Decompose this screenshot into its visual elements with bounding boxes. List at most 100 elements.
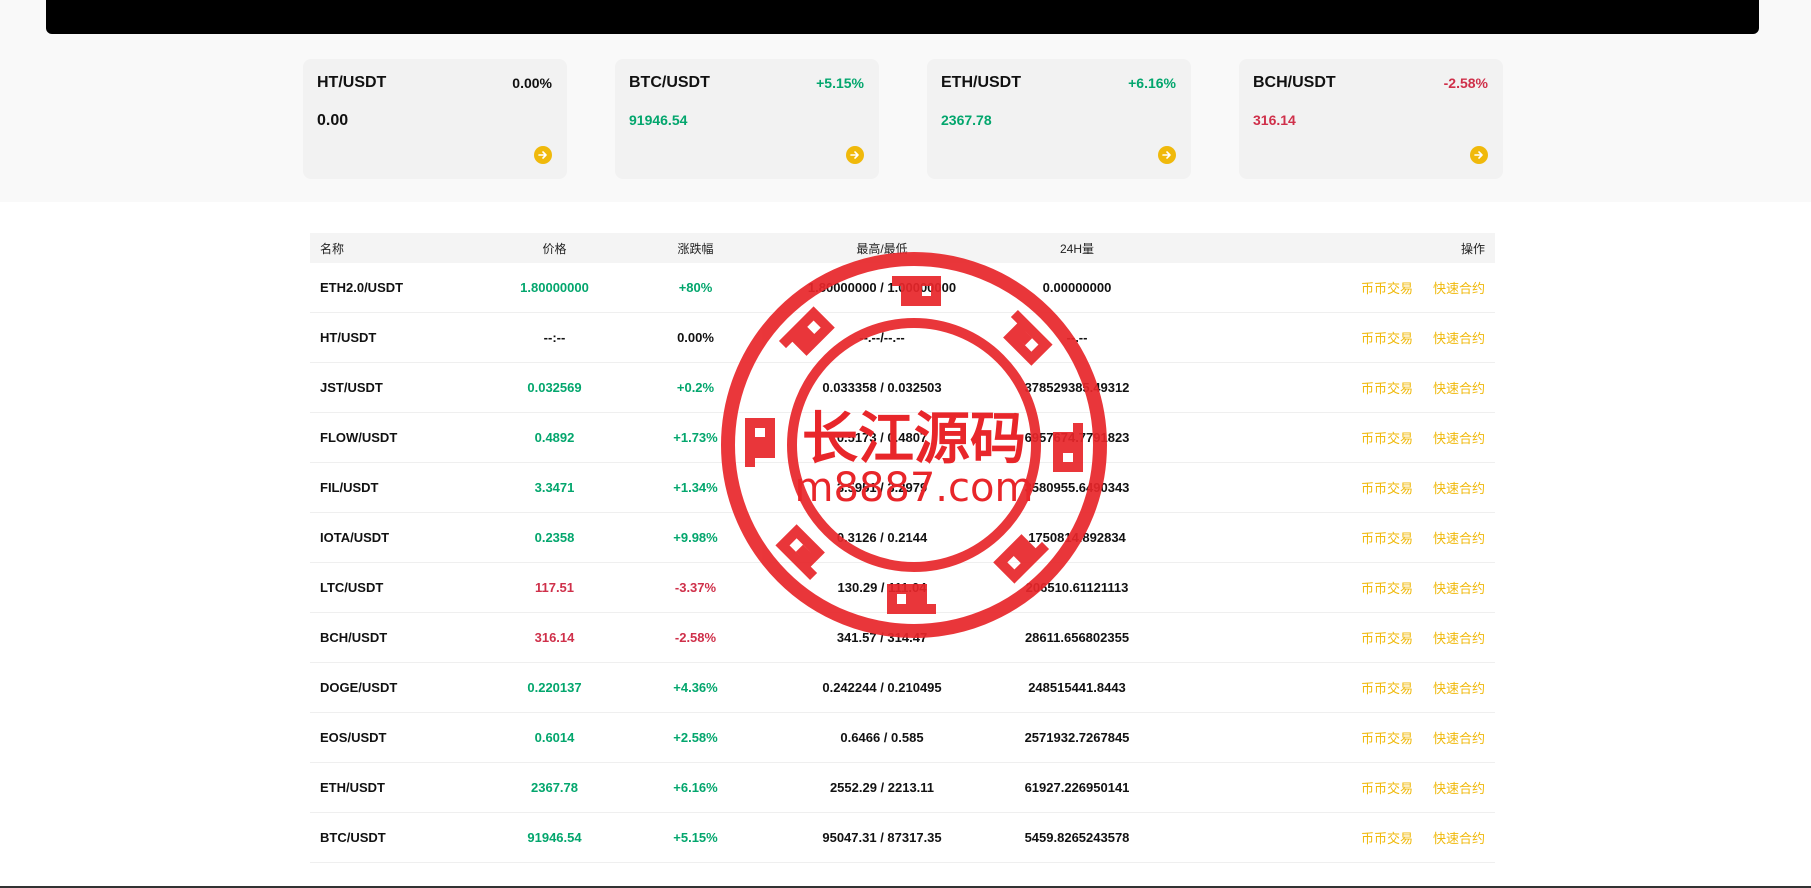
header-name: 名称 bbox=[320, 241, 345, 256]
pair-name: ETH/USDT bbox=[320, 780, 385, 795]
ticker-card[interactable]: HT/USDT 0.00% 0.00 bbox=[303, 59, 567, 179]
ticker-cards: HT/USDT 0.00% 0.00 BTC/USDT +5.15% 91946… bbox=[0, 59, 1811, 179]
ticker-card[interactable]: BCH/USDT -2.58% 316.14 bbox=[1239, 59, 1503, 179]
table-body: ETH2.0/USDT 1.80000000 +80% 1.80000000 / 1.… bbox=[310, 263, 1495, 863]
arrow-right-circle-icon[interactable] bbox=[1158, 146, 1176, 164]
table-row[interactable]: JST/USDT 0.032569 +0.2% 0.033358 / 0.032503… bbox=[310, 363, 1495, 413]
quick-contract-link[interactable]: 快速合约 bbox=[1433, 581, 1485, 596]
pair-volume: 378529385.49312 bbox=[1024, 380, 1130, 395]
spot-trade-link[interactable]: 币币交易 bbox=[1361, 681, 1413, 696]
pair-high-low: 0.242244 / 0.210495 bbox=[822, 680, 942, 695]
quick-contract-link[interactable]: 快速合约 bbox=[1433, 781, 1485, 796]
card-change: 0.00% bbox=[512, 75, 552, 91]
pair-volume: --.-- bbox=[1066, 330, 1088, 345]
pair-price: 1.80000000 bbox=[520, 280, 589, 295]
table-row[interactable]: BCH/USDT 316.14 -2.58% 341.57 / 314.47 28611… bbox=[310, 613, 1495, 663]
pair-name: ETH2.0/USDT bbox=[320, 280, 404, 295]
card-symbol: ETH/USDT bbox=[941, 74, 1021, 91]
card-price: 2367.78 bbox=[941, 112, 992, 128]
pair-name: HT/USDT bbox=[320, 330, 377, 345]
spot-trade-link[interactable]: 币币交易 bbox=[1361, 281, 1413, 296]
pair-name: IOTA/USDT bbox=[320, 530, 390, 545]
row-actions: 币币交易 快速合约 bbox=[1172, 628, 1495, 647]
pair-price: 117.51 bbox=[534, 580, 575, 595]
spot-trade-link[interactable]: 币币交易 bbox=[1361, 831, 1413, 846]
table-row[interactable]: EOS/USDT 0.6014 +2.58% 0.6466 / 0.585 257193… bbox=[310, 713, 1495, 763]
arrow-right-circle-icon[interactable] bbox=[534, 146, 552, 164]
pair-name: FLOW/USDT bbox=[320, 430, 398, 445]
pair-name: EOS/USDT bbox=[320, 730, 387, 745]
pair-change: +2.58% bbox=[673, 730, 718, 745]
card-change: +6.16% bbox=[1128, 75, 1176, 91]
pair-high-low: 0.6466 / 0.585 bbox=[840, 730, 924, 745]
pair-volume: 206510.61121113 bbox=[1025, 580, 1129, 595]
table-row[interactable]: ETH/USDT 2367.78 +6.16% 2552.29 / 2213.11 61… bbox=[310, 763, 1495, 813]
pair-volume: 28611.656802355 bbox=[1024, 630, 1130, 645]
spot-trade-link[interactable]: 币币交易 bbox=[1361, 431, 1413, 446]
quick-contract-link[interactable]: 快速合约 bbox=[1433, 531, 1485, 546]
header-change: 涨跌幅 bbox=[677, 241, 714, 256]
row-actions: 币币交易 快速合约 bbox=[1172, 828, 1495, 847]
card-symbol: HT/USDT bbox=[317, 74, 387, 91]
pair-name: JST/USDT bbox=[320, 380, 383, 395]
spot-trade-link[interactable]: 币币交易 bbox=[1361, 381, 1413, 396]
spot-trade-link[interactable]: 币币交易 bbox=[1361, 731, 1413, 746]
pair-change: +9.98% bbox=[673, 530, 718, 545]
table-row[interactable]: ETH2.0/USDT 1.80000000 +80% 1.80000000 / 1.… bbox=[310, 263, 1495, 313]
quick-contract-link[interactable]: 快速合约 bbox=[1433, 431, 1485, 446]
header-ops: 操作 bbox=[1460, 241, 1485, 256]
card-head: BCH/USDT -2.58% bbox=[1253, 74, 1488, 92]
pair-change: +4.36% bbox=[673, 680, 718, 695]
table-row[interactable]: FIL/USDT 3.3471 +1.34% 3.5951 / 3.2979 35809… bbox=[310, 463, 1495, 513]
spot-trade-link[interactable]: 币币交易 bbox=[1361, 581, 1413, 596]
spot-trade-link[interactable]: 币币交易 bbox=[1361, 481, 1413, 496]
table-row[interactable]: HT/USDT --:-- 0.00% --.--/--.-- --.-- 币币交易 快速合… bbox=[310, 313, 1495, 363]
pair-change: +1.73% bbox=[673, 430, 718, 445]
ticker-card[interactable]: BTC/USDT +5.15% 91946.54 bbox=[615, 59, 879, 179]
quick-contract-link[interactable]: 快速合约 bbox=[1433, 831, 1485, 846]
pair-volume: 248515441.8443 bbox=[1028, 680, 1126, 695]
pair-price: 91946.54 bbox=[527, 830, 582, 845]
card-symbol: BCH/USDT bbox=[1253, 74, 1336, 91]
pair-name: DOGE/USDT bbox=[320, 680, 398, 695]
pair-high-low: 95047.31 / 87317.35 bbox=[822, 830, 942, 845]
pair-price: 0.4892 bbox=[534, 430, 575, 445]
header-price: 价格 bbox=[542, 241, 567, 256]
quick-contract-link[interactable]: 快速合约 bbox=[1433, 331, 1485, 346]
row-actions: 币币交易 快速合约 bbox=[1172, 728, 1495, 747]
quick-contract-link[interactable]: 快速合约 bbox=[1433, 681, 1485, 696]
pair-change: -3.37% bbox=[674, 580, 717, 595]
quick-contract-link[interactable]: 快速合约 bbox=[1433, 731, 1485, 746]
spot-trade-link[interactable]: 币币交易 bbox=[1361, 531, 1413, 546]
table-row[interactable]: DOGE/USDT 0.220137 +4.36% 0.242244 / 0.2104… bbox=[310, 663, 1495, 713]
pair-high-low: --.--/--.-- bbox=[859, 330, 905, 345]
pair-change: -2.58% bbox=[674, 630, 717, 645]
spot-trade-link[interactable]: 币币交易 bbox=[1361, 781, 1413, 796]
pair-volume: 2571932.7267845 bbox=[1024, 730, 1130, 745]
table-row[interactable]: LTC/USDT 117.51 -3.37% 130.29 / 111.04 20651… bbox=[310, 563, 1495, 613]
spot-trade-link[interactable]: 币币交易 bbox=[1361, 631, 1413, 646]
pair-change: +1.34% bbox=[673, 480, 718, 495]
quick-contract-link[interactable]: 快速合约 bbox=[1433, 281, 1485, 296]
pair-change: +5.15% bbox=[673, 830, 718, 845]
table-row[interactable]: IOTA/USDT 0.2358 +9.98% 0.3126 / 0.2144 1750… bbox=[310, 513, 1495, 563]
header-high-low: 最高/最低 bbox=[856, 241, 908, 256]
quick-contract-link[interactable]: 快速合约 bbox=[1433, 481, 1485, 496]
table-row[interactable]: BTC/USDT 91946.54 +5.15% 95047.31 / 87317.3… bbox=[310, 813, 1495, 863]
pair-name: BCH/USDT bbox=[320, 630, 388, 645]
pair-change: +6.16% bbox=[673, 780, 718, 795]
arrow-right-circle-icon[interactable] bbox=[1470, 146, 1488, 164]
card-price: 316.14 bbox=[1253, 112, 1296, 128]
table-row[interactable]: FLOW/USDT 0.4892 +1.73% 0.5173 / 0.4807 6957… bbox=[310, 413, 1495, 463]
row-actions: 币币交易 快速合约 bbox=[1172, 328, 1495, 347]
row-actions: 币币交易 快速合约 bbox=[1172, 678, 1495, 697]
pair-price: 3.3471 bbox=[534, 480, 575, 495]
ticker-card[interactable]: ETH/USDT +6.16% 2367.78 bbox=[927, 59, 1191, 179]
quick-contract-link[interactable]: 快速合约 bbox=[1433, 381, 1485, 396]
pair-price: 0.032569 bbox=[527, 380, 582, 395]
spot-trade-link[interactable]: 币币交易 bbox=[1361, 331, 1413, 346]
quick-contract-link[interactable]: 快速合约 bbox=[1433, 631, 1485, 646]
pair-name: FIL/USDT bbox=[320, 480, 379, 495]
pair-high-low: 2552.29 / 2213.11 bbox=[829, 780, 935, 795]
arrow-right-circle-icon[interactable] bbox=[846, 146, 864, 164]
